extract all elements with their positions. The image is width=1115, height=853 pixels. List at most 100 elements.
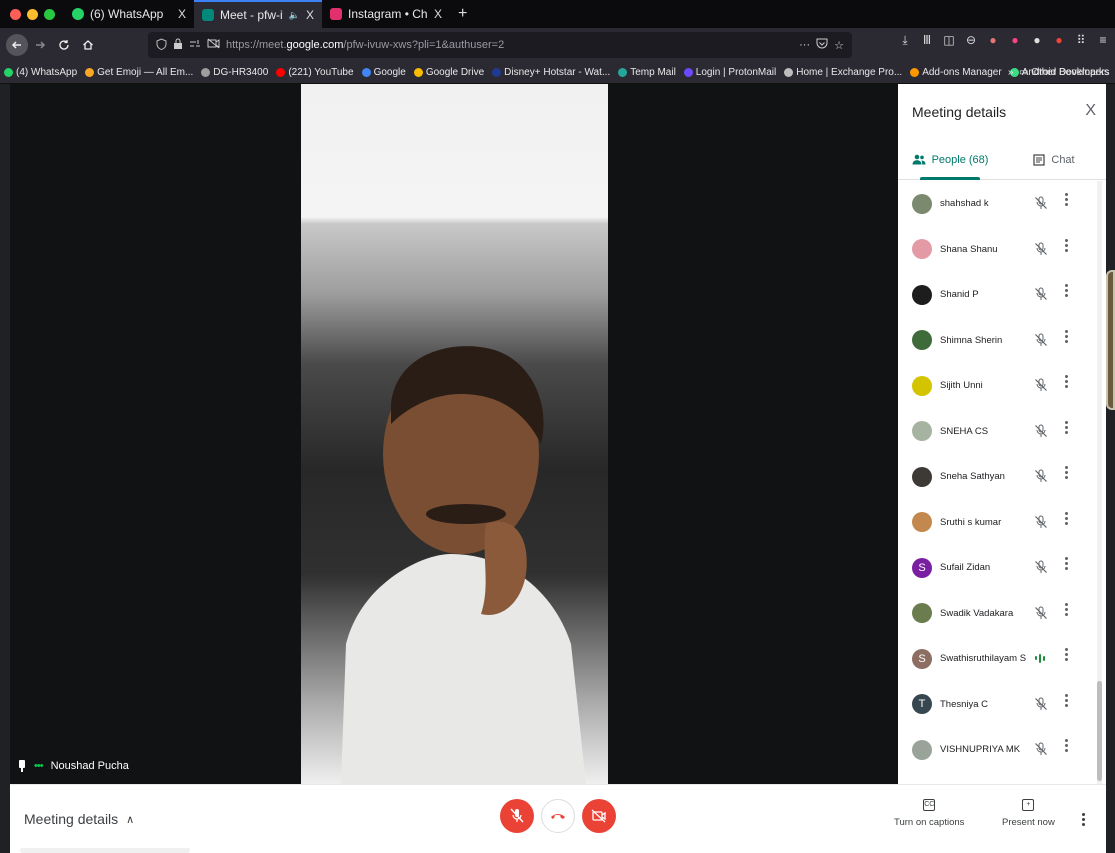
participant-row[interactable]: S Swathisruthilayam S <box>898 636 1094 682</box>
participant-name: Sijith Unni <box>940 380 983 392</box>
tab-close-icon[interactable]: X <box>434 7 442 21</box>
url-bar[interactable]: https://meet.google.com/pfw-ivuw-xws?pli… <box>148 32 852 58</box>
bookmark-item[interactable]: Google Drive <box>413 67 484 78</box>
avatar <box>912 739 932 760</box>
bookmark-item[interactable]: Disney+ Hotstar - Wat... <box>492 67 610 78</box>
home-button[interactable] <box>76 33 100 57</box>
captions-label: Turn on captions <box>894 817 965 828</box>
participant-row[interactable]: Shana Shanu <box>898 227 1094 273</box>
extension-icon[interactable]: ● <box>1053 34 1065 46</box>
participant-row[interactable]: Shanid P <box>898 272 1094 318</box>
star-icon[interactable]: ☆ <box>834 39 844 52</box>
permissions-icon[interactable] <box>189 39 201 52</box>
participant-name: SNEHA CS <box>940 425 989 437</box>
participant-more-icon[interactable] <box>1064 648 1068 661</box>
mic-toggle-button[interactable] <box>500 799 534 833</box>
bookmark-item[interactable]: (221) YouTube <box>276 67 354 78</box>
tab-whatsapp[interactable]: (6) WhatsApp X <box>64 0 194 28</box>
bookmark-label: DG-HR3400 <box>213 67 269 78</box>
participant-row[interactable]: Shimna Sherin <box>898 318 1094 364</box>
participant-more-icon[interactable] <box>1064 693 1068 707</box>
overflow-chevron-icon[interactable]: » <box>1008 67 1014 78</box>
participant-video <box>301 84 608 784</box>
participant-more-icon[interactable] <box>1064 602 1068 616</box>
participant-name: Sruthi s kumar <box>940 516 1002 528</box>
close-panel-button[interactable]: X <box>1085 102 1096 120</box>
bookmark-item[interactable]: Google <box>361 67 406 78</box>
participant-more-icon[interactable] <box>1064 739 1068 752</box>
download-icon[interactable]: ⤓ <box>899 34 911 46</box>
participant-more-icon[interactable] <box>1064 329 1068 343</box>
maximize-window-button[interactable] <box>44 8 55 20</box>
tab-chat-label: Chat <box>1051 153 1075 166</box>
participant-row[interactable]: shahshad k <box>898 181 1094 227</box>
participant-row[interactable]: S Sufail Zidan <box>898 545 1094 591</box>
participant-more-icon[interactable] <box>1064 420 1068 434</box>
participant-row[interactable]: SNEHA CS <box>898 409 1094 455</box>
meeting-details-toggle[interactable]: Meeting details ∧ <box>24 811 134 827</box>
bottom-shadow <box>20 848 190 853</box>
extension-icon[interactable]: ● <box>1031 34 1043 46</box>
other-bookmarks[interactable]: » ▭ Other Bookmarks <box>1008 67 1109 78</box>
tab-close-icon[interactable]: X <box>306 8 314 22</box>
lock-icon[interactable] <box>173 38 183 53</box>
panel-tabs: People (68) Chat <box>898 140 1106 180</box>
participant-row[interactable]: T Thesniya C <box>898 682 1094 728</box>
library-icon[interactable]: Ⅲ <box>921 34 933 46</box>
home-icon <box>83 40 93 50</box>
participant-more-icon[interactable] <box>1064 557 1068 570</box>
participant-row[interactable]: Sijith Unni <box>898 363 1094 409</box>
forward-button[interactable] <box>28 33 52 57</box>
sidebar-icon[interactable]: ◫ <box>943 34 955 46</box>
participant-more-icon[interactable] <box>1064 511 1068 525</box>
extension-icon[interactable]: ● <box>1009 34 1021 46</box>
participant-row[interactable]: Sneha Sathyan <box>898 454 1094 500</box>
participant-more-icon[interactable] <box>1064 375 1068 388</box>
bookmark-item[interactable]: DG-HR3400 <box>201 67 268 78</box>
pin-icon[interactable] <box>18 760 26 772</box>
tab-people[interactable]: People (68) <box>898 140 1002 180</box>
bookmark-favicon-icon <box>201 68 211 77</box>
more-options-button[interactable] <box>1082 813 1085 826</box>
minimize-window-button[interactable] <box>27 8 38 20</box>
camera-toggle-button[interactable] <box>582 799 616 833</box>
back-button[interactable] <box>6 34 28 56</box>
turn-on-captions-button[interactable]: CC Turn on captions <box>894 799 964 828</box>
scrollbar-thumb[interactable] <box>1097 681 1102 781</box>
camera-blocked-icon[interactable] <box>207 38 220 52</box>
bookmark-item[interactable]: Login | ProtonMail <box>683 67 776 78</box>
participant-row[interactable]: Sruthi s kumar <box>898 500 1094 546</box>
tab-close-icon[interactable]: X <box>178 7 186 21</box>
tab-meet[interactable]: Meet - pfw-ivuw-xws 🔈 X <box>194 0 322 28</box>
bookmark-item[interactable]: Home | Exchange Pro... <box>784 67 902 78</box>
present-now-button[interactable]: + Present now <box>1002 799 1055 828</box>
close-window-button[interactable] <box>10 8 21 20</box>
extension-icon[interactable]: ● <box>987 34 999 46</box>
bookmark-item[interactable]: Temp Mail <box>618 67 676 78</box>
tab-label: Meet - pfw-ivuw-xws <box>220 8 283 22</box>
participant-more-icon[interactable] <box>1064 466 1068 479</box>
participant-more-icon[interactable] <box>1064 284 1068 297</box>
leave-call-button[interactable] <box>541 799 575 833</box>
bookmark-item[interactable]: Add-ons Manager <box>910 67 1002 78</box>
participant-more-icon[interactable] <box>1064 238 1068 252</box>
participant-row[interactable]: VISHNUPRIYA MK <box>898 727 1094 773</box>
tab-chat[interactable]: Chat <box>1002 140 1106 179</box>
new-tab-button[interactable]: + <box>450 5 467 23</box>
participant-row[interactable]: Swadik Vadakara <box>898 591 1094 637</box>
account-icon[interactable]: ⊖ <box>965 34 977 46</box>
whatsapp-icon <box>72 8 84 20</box>
pocket-icon[interactable] <box>816 38 828 52</box>
bookmark-item[interactable]: (4) WhatsApp <box>4 67 77 78</box>
bookmark-item[interactable]: Get Emoji — All Em... <box>85 67 193 78</box>
shield-icon[interactable] <box>156 37 167 53</box>
reload-button[interactable] <box>52 33 76 57</box>
avatar <box>912 330 932 351</box>
speaker-icon[interactable]: 🔈 <box>289 10 300 21</box>
menu-icon[interactable]: ≡ <box>1097 34 1109 46</box>
participant-more-icon[interactable] <box>1064 193 1068 206</box>
people-scrollbar[interactable] <box>1097 181 1102 784</box>
tab-instagram[interactable]: Instagram • Chats X <box>322 0 450 28</box>
page-actions-icon[interactable]: ··· <box>799 39 810 51</box>
extensions-icon[interactable]: ⠿ <box>1075 34 1087 46</box>
